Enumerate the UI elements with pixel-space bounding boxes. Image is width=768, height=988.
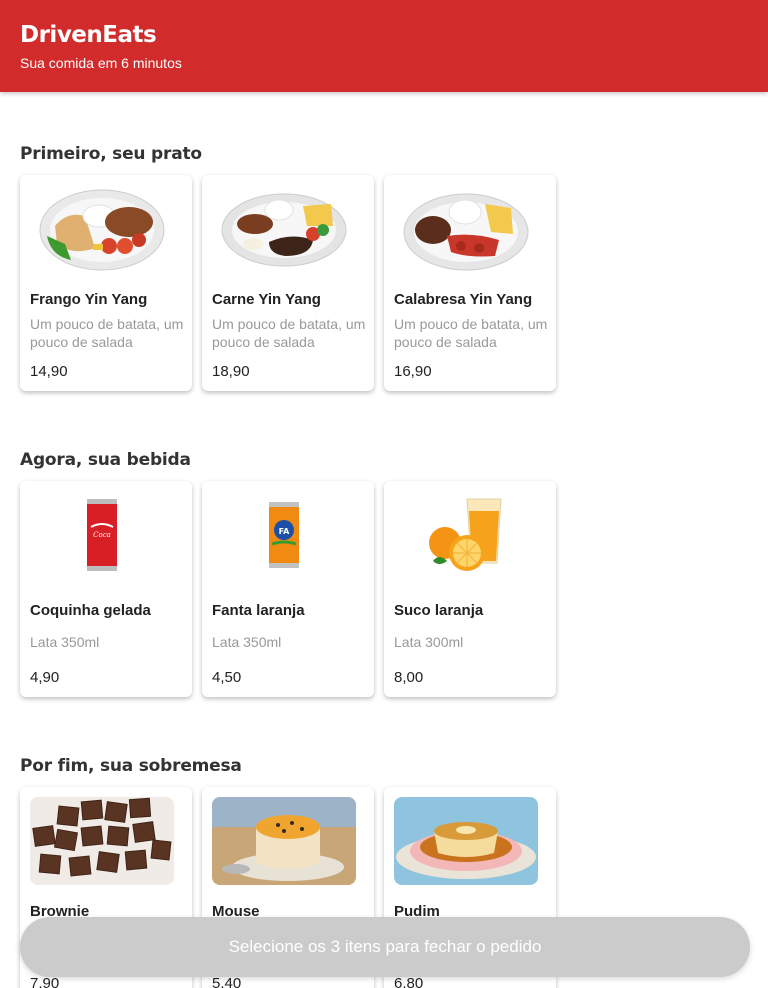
drink-price: 4,90 bbox=[30, 669, 60, 686]
drink-card[interactable]: Suco laranja Lata 300ml 8,00 bbox=[384, 481, 556, 697]
dish-name: Carne Yin Yang bbox=[212, 291, 321, 308]
dish-card[interactable]: Frango Yin Yang Um pouco de batata, um p… bbox=[20, 175, 192, 391]
app-title: DrivenEats bbox=[20, 22, 157, 48]
mousse-image bbox=[212, 797, 356, 885]
section-title-desserts: Por fim, sua sobremesa bbox=[20, 756, 242, 776]
pudding-image bbox=[394, 797, 538, 885]
dish-card[interactable]: Calabresa Yin Yang Um pouco de batata, u… bbox=[384, 175, 556, 391]
dish-name: Frango Yin Yang bbox=[30, 291, 148, 308]
coca-cola-can-image: Coca bbox=[30, 491, 174, 579]
dish-description: Um pouco de batata, um pouco de salada bbox=[30, 316, 184, 350]
svg-text:FA: FA bbox=[279, 527, 291, 536]
drink-description: Lata 300ml bbox=[394, 634, 464, 650]
dish-price: 18,90 bbox=[212, 363, 250, 380]
dish-price: 16,90 bbox=[394, 363, 432, 380]
top-bar: DrivenEats Sua comida em 6 minutos bbox=[0, 0, 768, 92]
fanta-can-image: FA bbox=[212, 491, 356, 579]
brownie-image bbox=[30, 797, 174, 885]
dish-description: Um pouco de batata, um pouco de salada bbox=[212, 316, 366, 350]
section-title-dishes: Primeiro, seu prato bbox=[20, 144, 202, 164]
drink-name: Suco laranja bbox=[394, 602, 484, 619]
dish-name: Calabresa Yin Yang bbox=[394, 291, 533, 308]
beef-plate-image bbox=[212, 185, 356, 273]
orange-juice-image bbox=[394, 491, 538, 579]
checkout-button[interactable]: Selecione os 3 itens para fechar o pedid… bbox=[20, 917, 750, 977]
dish-description: Um pouco de batata, um pouco de salada bbox=[394, 316, 548, 350]
drinks-row: Coca Coquinha gelada Lata 350ml 4,90 FA … bbox=[20, 481, 580, 701]
drink-card[interactable]: Coca Coquinha gelada Lata 350ml 4,90 bbox=[20, 481, 192, 697]
drink-name: Fanta laranja bbox=[212, 602, 305, 619]
svg-text:Coca: Coca bbox=[93, 531, 111, 539]
drink-card[interactable]: FA Fanta laranja Lata 350ml 4,50 bbox=[202, 481, 374, 697]
chicken-plate-image bbox=[30, 185, 174, 273]
dishes-row: Frango Yin Yang Um pouco de batata, um p… bbox=[20, 175, 580, 395]
sausage-plate-image bbox=[394, 185, 538, 273]
drink-description: Lata 350ml bbox=[30, 634, 100, 650]
drink-price: 4,50 bbox=[212, 669, 242, 686]
drink-description: Lata 350ml bbox=[212, 634, 282, 650]
dish-card[interactable]: Carne Yin Yang Um pouco de batata, um po… bbox=[202, 175, 374, 391]
section-title-drinks: Agora, sua bebida bbox=[20, 450, 191, 470]
drink-price: 8,00 bbox=[394, 669, 424, 686]
app-subtitle: Sua comida em 6 minutos bbox=[20, 55, 182, 71]
dish-price: 14,90 bbox=[30, 363, 68, 380]
drink-name: Coquinha gelada bbox=[30, 602, 151, 619]
